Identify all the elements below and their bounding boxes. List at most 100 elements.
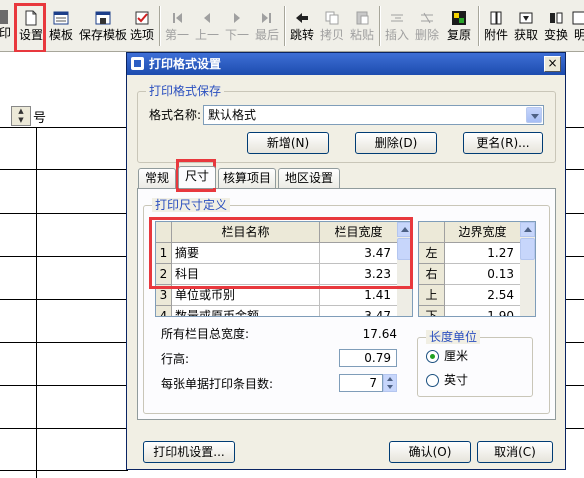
size-group-title: 打印尺寸定义 [152, 198, 231, 212]
toolbar-template-button[interactable]: 模板 [48, 6, 74, 48]
template-icon [53, 10, 69, 26]
toolbar-next-button[interactable]: 下一 [224, 6, 250, 48]
save-template-icon [95, 10, 111, 26]
unit-cm-label[interactable]: 厘米 [444, 348, 468, 364]
toolbar-separator [478, 6, 480, 46]
margin-value-cell[interactable]: 1.90 [445, 306, 521, 316]
grid-line [36, 127, 37, 478]
total-width-value: 17.64 [362, 327, 397, 341]
app-icon [131, 57, 144, 70]
unit-inch-radio[interactable] [426, 374, 439, 387]
unit-cm-radio[interactable] [426, 350, 439, 363]
toolbar-delete-button[interactable]: 删除 [414, 6, 440, 48]
toolbar-last-button[interactable]: 最后 [254, 6, 280, 48]
voucher-number-label: 号 [33, 111, 47, 126]
save-group-title: 打印格式保存 [146, 84, 225, 98]
cancel-button[interactable]: 取消(C) [477, 441, 553, 463]
grid-line [0, 213, 128, 214]
paste-icon [354, 10, 370, 26]
delete-format-button[interactable]: 删除(D) [355, 132, 437, 154]
number-stepper[interactable]: ▲ ▼ [11, 106, 31, 126]
setup-highlight-box [14, 3, 46, 53]
toolbar-fetch-button[interactable]: 获取 [512, 6, 540, 48]
main-toolbar: 印 设置 模板 保存模板 选项 第一 上一 下一 最后 跳转 拷贝 粘贴 插入 … [0, 0, 584, 52]
scroll-up-icon[interactable] [520, 222, 535, 237]
toolbar-attachment-button[interactable]: 附件 [482, 6, 510, 48]
grid-line [566, 385, 584, 386]
prev-icon [199, 10, 215, 26]
grid-line [0, 256, 128, 257]
row-height-input[interactable]: 0.79 [339, 349, 397, 367]
margin-value-cell[interactable]: 2.54 [445, 285, 521, 306]
format-name-select[interactable]: 默认格式 [203, 105, 544, 125]
first-icon [169, 10, 185, 26]
toolbar-first-button[interactable]: 第一 [164, 6, 190, 48]
grid-line [0, 169, 128, 170]
grid-line [0, 342, 128, 343]
toolbar-separator [159, 6, 161, 46]
column-grid-highlight-box [149, 217, 413, 289]
toolbar-save-template-button[interactable]: 保存模板 [78, 6, 128, 48]
toolbar-insert-button[interactable]: 插入 [384, 6, 410, 48]
attachment-icon [488, 10, 504, 26]
margin-width-header: 边界宽度 [445, 222, 521, 243]
margin-value-cell[interactable]: 1.27 [445, 243, 521, 264]
dialog-titlebar[interactable]: 打印格式设置 × [127, 53, 565, 75]
new-format-button[interactable]: 新增(N) [247, 132, 329, 154]
format-name-label: 格式名称: [149, 108, 202, 122]
grid-line [566, 169, 584, 170]
chevron-down-icon[interactable] [526, 107, 542, 123]
ok-button[interactable]: 确认(O) [389, 441, 471, 463]
toolbar-copy-button[interactable]: 拷贝 [319, 6, 345, 48]
tab-region-settings[interactable]: 地区设置 [278, 168, 340, 188]
copy-icon [324, 10, 340, 26]
total-width-label: 所有栏目总宽度: [161, 327, 250, 341]
column-name-cell[interactable]: 数量或原币金额 [172, 306, 320, 316]
margin-value-cell[interactable]: 0.13 [445, 264, 521, 285]
toolbar-prev-button[interactable]: 上一 [194, 6, 220, 48]
toolbar-restore-button[interactable]: 复原 [444, 6, 474, 48]
print-format-dialog: 打印格式设置 × 打印格式保存 格式名称: 默认格式 新增(N) 删除(D) 更… [126, 52, 566, 470]
toolbar-options-button[interactable]: 选项 [129, 6, 155, 48]
last-icon [259, 10, 275, 26]
grid-line [566, 256, 584, 257]
toolbar-jump-button[interactable]: 跳转 [289, 6, 315, 48]
rename-format-button[interactable]: 更名(R)... [463, 132, 543, 154]
grid-line [0, 127, 128, 128]
grid-line [0, 299, 128, 300]
grid-line [566, 428, 584, 429]
margin-side-label: 下 [419, 306, 445, 316]
transform-icon [548, 10, 564, 26]
margin-grid-scrollbar[interactable] [520, 222, 535, 316]
margin-width-grid: 边界宽度 左 1.27 右 0.13 上 2.54 下 1.90 [418, 221, 536, 317]
entries-per-page-stepper[interactable] [383, 374, 397, 392]
grid-line [0, 385, 128, 386]
scroll-thumb[interactable] [520, 238, 535, 260]
printer-settings-button[interactable]: 打印机设置... [143, 441, 235, 463]
tab-general[interactable]: 常规 [138, 168, 176, 188]
toolbar-detail-button[interactable]: 明 [571, 6, 584, 48]
toolbar-print-button[interactable]: 印 [0, 6, 14, 48]
grid-corner [419, 222, 445, 243]
unit-inch-label[interactable]: 英寸 [444, 372, 468, 388]
column-width-cell[interactable]: 3.47 [320, 306, 398, 316]
grid-line [566, 127, 584, 128]
grid-line [566, 213, 584, 214]
close-button[interactable]: × [544, 56, 561, 72]
unit-group-title: 长度单位 [426, 330, 481, 344]
row-height-label: 行高: [161, 352, 190, 366]
next-icon [229, 10, 245, 26]
tab-accounting-items[interactable]: 核算项目 [218, 168, 276, 188]
print-icon [0, 10, 8, 24]
delete-icon [419, 10, 435, 26]
row-number: 4 [156, 306, 172, 316]
tab-size[interactable]: 尺寸 [178, 166, 216, 188]
detail-icon [572, 10, 584, 26]
jump-icon [294, 10, 310, 26]
toolbar-paste-button[interactable]: 粘贴 [349, 6, 375, 48]
grid-line [0, 470, 128, 471]
entries-per-page-input[interactable]: 7 [339, 374, 383, 392]
toolbar-separator [379, 6, 381, 46]
toolbar-transform-button[interactable]: 变换 [542, 6, 570, 48]
format-name-value: 默认格式 [208, 108, 257, 122]
